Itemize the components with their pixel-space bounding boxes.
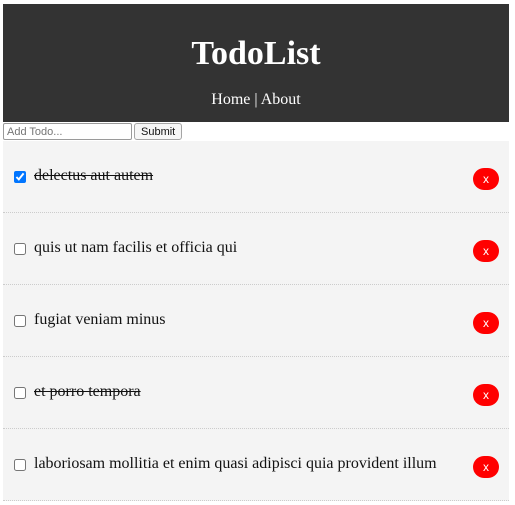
delete-todo-button[interactable]: x	[473, 312, 499, 334]
submit-button[interactable]: Submit	[134, 123, 183, 140]
nav-link-home[interactable]: Home	[211, 91, 250, 108]
todo-checkbox[interactable]	[14, 243, 26, 255]
todo-item: quis ut nam facilis et officia qui x	[3, 213, 509, 285]
app-title: TodoList	[191, 35, 321, 72]
delete-todo-button[interactable]: x	[473, 168, 499, 190]
todo-list: delectus aut autem x quis ut nam facilis…	[3, 141, 509, 501]
delete-todo-button[interactable]: x	[473, 240, 499, 262]
todo-checkbox[interactable]	[14, 315, 26, 327]
todo-title: laboriosam mollitia et enim quasi adipis…	[34, 455, 437, 472]
todo-title: quis ut nam facilis et officia qui	[34, 239, 238, 256]
todo-checkbox[interactable]	[14, 459, 26, 471]
add-todo-input[interactable]	[3, 123, 132, 140]
todo-item: laboriosam mollitia et enim quasi adipis…	[3, 429, 509, 501]
app-header: TodoList Home | About	[3, 4, 509, 122]
todo-checkbox[interactable]	[14, 171, 26, 183]
nav-bar: Home | About	[3, 91, 509, 109]
todo-title: et porro tempora	[34, 383, 141, 400]
todo-title: fugiat veniam minus	[34, 311, 166, 328]
todo-app: TodoList Home | About Submit delectus au…	[3, 4, 509, 501]
delete-todo-button[interactable]: x	[473, 456, 499, 478]
nav-link-about[interactable]: About	[261, 91, 301, 108]
add-todo-form: Submit	[3, 122, 509, 141]
todo-item: fugiat veniam minus x	[3, 285, 509, 357]
nav-separator: |	[250, 91, 261, 108]
todo-item: delectus aut autem x	[3, 141, 509, 213]
todo-title: delectus aut autem	[34, 167, 154, 184]
todo-checkbox[interactable]	[14, 387, 26, 399]
todo-item: et porro tempora x	[3, 357, 509, 429]
delete-todo-button[interactable]: x	[473, 384, 499, 406]
